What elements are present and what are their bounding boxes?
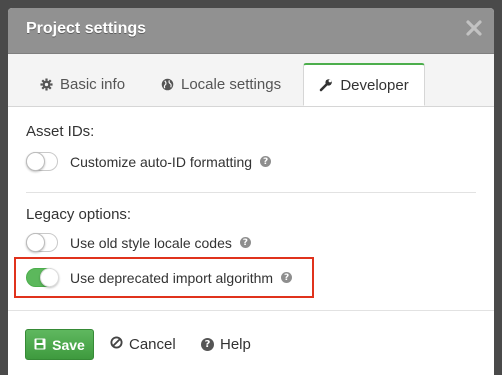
customize-auto-id-toggle[interactable] [26,152,58,171]
asset-ids-label: Asset IDs: [26,123,95,140]
save-button[interactable]: Save [25,329,94,360]
legacy-options-label: Legacy options: [26,206,132,223]
wrench-icon [319,78,333,92]
help-icon[interactable]: ? [239,237,251,248]
old-style-locale-codes-toggle[interactable] [26,233,58,252]
save-label: Save [52,336,85,353]
help-icon[interactable]: ? [260,156,272,167]
tab-locale-settings[interactable]: Locale settings [161,64,281,105]
deprecated-import-toggle[interactable] [26,268,59,287]
question-circle-icon: ? [201,338,214,351]
tab-developer-label: Developer [340,76,409,94]
close-icon[interactable] [464,18,484,38]
globe-icon [161,78,174,91]
tab-basic-info-label: Basic info [60,76,126,93]
customize-auto-id-label: Customize auto-ID formatting [70,153,253,170]
tab-locale-settings-label: Locale settings [181,76,282,93]
cancel-label: Cancel [129,336,176,353]
gear-icon [40,78,53,91]
old-style-locale-codes-label: Use old style locale codes [70,234,232,251]
deprecated-import-label: Use deprecated import algorithm [70,269,274,286]
option-old-style-locale-codes: Use old style locale codes ? [26,233,251,252]
dialog-titlebar: Project settings [8,8,494,54]
tab-developer[interactable]: Developer [303,63,425,106]
option-deprecated-import: Use deprecated import algorithm ? [26,268,293,287]
tab-basic-info[interactable]: Basic info [40,64,125,105]
help-icon[interactable]: ? [281,272,293,283]
option-customize-auto-id: Customize auto-ID formatting ? [26,152,272,171]
help-button[interactable]: ? Help [201,336,251,353]
dialog-title: Project settings [26,20,147,37]
help-label: Help [220,336,251,353]
ban-icon [110,336,123,353]
section-divider [26,192,476,193]
tab-bar: Basic info Locale settings Developer [8,54,494,107]
floppy-disk-icon [34,337,46,353]
dialog-footer: Save Cancel ? Help [8,310,494,375]
cancel-button[interactable]: Cancel [110,336,176,353]
project-settings-dialog: Project settings Basic info Locale setti… [8,8,494,375]
